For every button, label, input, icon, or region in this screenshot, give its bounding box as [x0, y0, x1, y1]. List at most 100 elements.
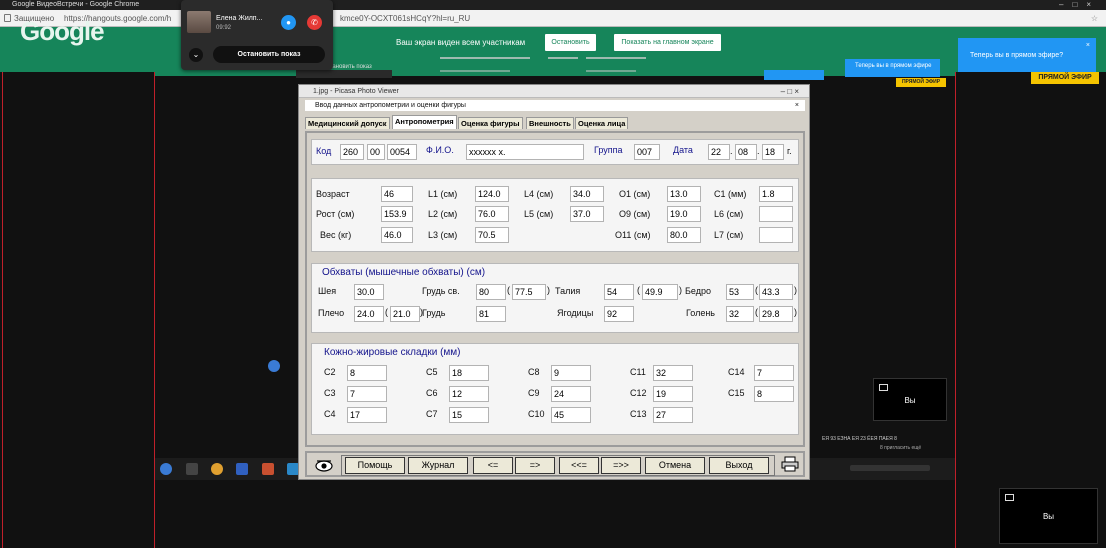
hip-muscle-field[interactable]: 43.3 [759, 284, 793, 300]
group-field[interactable]: 007 [634, 144, 660, 160]
date-day-field[interactable]: 22 [708, 144, 730, 160]
l3-field[interactable]: 70.5 [475, 227, 509, 243]
prev-button[interactable]: <= [473, 457, 513, 474]
address-bar[interactable]: Защищено https://hangouts.google.com/h k… [0, 10, 1106, 27]
chest-sv-muscle-field[interactable]: 77.5 [512, 284, 546, 300]
date-separator: . [757, 146, 760, 156]
shin-field[interactable]: 32 [726, 306, 754, 322]
o11-label: O11 (см) [615, 230, 651, 240]
age-field[interactable]: 46 [381, 186, 413, 202]
shin-muscle-field[interactable]: 29.8 [759, 306, 793, 322]
date-year-field[interactable]: 18 [762, 144, 784, 160]
self-video-tile-small[interactable]: Вы [873, 378, 947, 421]
weight-field[interactable]: 46.0 [381, 227, 413, 243]
c1-field[interactable]: 1.8 [759, 186, 793, 202]
tab-medical[interactable]: Медицинский допуск [305, 117, 390, 129]
tab-anthropometry[interactable]: Антропометрия [392, 115, 457, 129]
hang-up-icon[interactable]: ✆ [307, 15, 322, 30]
mic-icon[interactable]: ● [281, 15, 296, 30]
eye-icon[interactable] [315, 458, 333, 472]
picasa-window-controls[interactable]: – □ × [781, 85, 799, 98]
waist-field[interactable]: 54 [604, 284, 634, 300]
next-button[interactable]: => [515, 457, 555, 474]
c8-label: C8 [528, 367, 540, 377]
c13-field[interactable]: 27 [653, 407, 693, 423]
chest-field[interactable]: 81 [476, 306, 506, 322]
date-month-field[interactable]: 08 [735, 144, 757, 160]
border-line [2, 72, 3, 548]
stop-show-button[interactable]: Остановить показ [213, 46, 325, 63]
buttocks-label: Ягодицы [557, 308, 594, 318]
code-field-1[interactable]: 260 [340, 144, 364, 160]
exit-button[interactable]: Выход [709, 457, 769, 474]
l4-field[interactable]: 34.0 [570, 186, 604, 202]
journal-button[interactable]: Журнал [408, 457, 468, 474]
tray-icons [850, 465, 930, 471]
buttocks-field[interactable]: 92 [604, 306, 634, 322]
c3-field[interactable]: 7 [347, 386, 387, 402]
o1-field[interactable]: 13.0 [667, 186, 701, 202]
shin-label: Голень [686, 308, 715, 318]
o9-field[interactable]: 19.0 [667, 206, 701, 222]
chevron-down-icon[interactable]: ⌄ [189, 48, 203, 62]
tab-face[interactable]: Оценка лица [575, 117, 629, 129]
c7-field[interactable]: 15 [449, 407, 489, 423]
close-paren: ) [679, 285, 682, 295]
code-field-2[interactable]: 00 [367, 144, 385, 160]
c15-field[interactable]: 8 [754, 386, 794, 402]
l6-field[interactable] [759, 206, 793, 222]
tab-figure[interactable]: Оценка фигуры [458, 117, 523, 129]
self-video-tile[interactable]: Вы [999, 488, 1098, 544]
shoulder-field[interactable]: 24.0 [354, 306, 384, 322]
neck-field[interactable]: 30.0 [354, 284, 384, 300]
l7-label: L7 (см) [714, 230, 744, 240]
l5-field[interactable]: 37.0 [570, 206, 604, 222]
live-button[interactable]: ПРЯМОЙ ЭФИР [1031, 72, 1099, 84]
taskbar-app-icon [186, 463, 198, 475]
ghost-text [440, 70, 510, 72]
o11-field[interactable]: 80.0 [667, 227, 701, 243]
c14-field[interactable]: 7 [754, 365, 794, 381]
window-controls[interactable]: –□× [1059, 0, 1100, 10]
c9-field[interactable]: 24 [551, 386, 591, 402]
printer-icon[interactable] [781, 456, 799, 472]
c12-field[interactable]: 19 [653, 386, 693, 402]
waist-muscle-field[interactable]: 49.9 [642, 284, 678, 300]
code-field-3[interactable]: 0054 [387, 144, 417, 160]
c4-field[interactable]: 17 [347, 407, 387, 423]
close-icon[interactable]: × [795, 100, 799, 111]
google-logo: Google [20, 16, 105, 46]
hip-field[interactable]: 53 [726, 284, 754, 300]
c5-field[interactable]: 18 [449, 365, 489, 381]
height-field[interactable]: 153.9 [381, 206, 413, 222]
first-button[interactable]: <<= [559, 457, 599, 474]
l1-field[interactable]: 124.0 [475, 186, 509, 202]
tab-appearance[interactable]: Внешность [526, 117, 574, 129]
help-button[interactable]: Помощь [345, 457, 405, 474]
code-label: Код [316, 146, 332, 156]
o9-label: O9 (см) [619, 209, 651, 219]
self-label: Вы [904, 396, 916, 405]
cancel-button[interactable]: Отмена [645, 457, 705, 474]
share-screen-icon [879, 384, 888, 391]
l4-label: L4 (см) [524, 189, 554, 199]
c11-field[interactable]: 32 [653, 365, 693, 381]
shoulder-muscle-field[interactable]: 21.0 [390, 306, 420, 322]
bookmark-star-icon[interactable]: ☆ [1091, 10, 1098, 27]
share-screen-icon [1005, 494, 1014, 501]
c2-field[interactable]: 8 [347, 365, 387, 381]
fio-field[interactable]: хххххх х. [466, 144, 584, 160]
last-button[interactable]: =>> [601, 457, 641, 474]
show-main-screen-button[interactable]: Показать на главном экране [614, 34, 721, 51]
l7-field[interactable] [759, 227, 793, 243]
chrome-icon [211, 463, 223, 475]
live-popup-text: Теперь вы в прямом эфире? [970, 52, 1064, 59]
stop-sharing-button[interactable]: Остановить [545, 34, 596, 51]
c8-field[interactable]: 9 [551, 365, 591, 381]
l2-field[interactable]: 76.0 [475, 206, 509, 222]
close-icon[interactable]: × [1086, 42, 1090, 49]
neck-label: Шея [318, 286, 337, 296]
c6-field[interactable]: 12 [449, 386, 489, 402]
c10-field[interactable]: 45 [551, 407, 591, 423]
chest-sv-field[interactable]: 80 [476, 284, 506, 300]
